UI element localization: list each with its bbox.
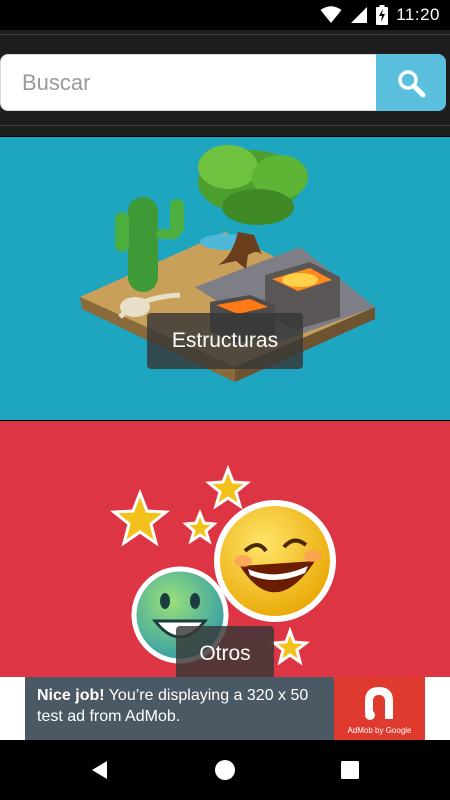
status-time: 11:20 (396, 5, 440, 24)
category-structures[interactable]: Estructuras (0, 137, 450, 420)
navigation-bar (0, 740, 450, 800)
app-bar-divider (0, 125, 450, 126)
wifi-icon (320, 6, 342, 23)
admob-logo: AdMob by Google (334, 677, 425, 740)
category-others[interactable]: Otros (0, 421, 450, 677)
app-bar-divider (0, 34, 450, 35)
signal-icon (351, 7, 368, 23)
search-bar (0, 54, 446, 111)
search-icon (398, 69, 426, 97)
ad-banner[interactable]: Nice job! You’re displaying a 320 x 50 t… (0, 677, 450, 740)
back-button[interactable] (85, 755, 115, 785)
ad-text: Nice job! You’re displaying a 320 x 50 t… (37, 685, 337, 727)
ad-content[interactable]: Nice job! You’re displaying a 320 x 50 t… (25, 677, 425, 740)
recents-icon (341, 761, 359, 779)
status-bar: 11:20 (0, 0, 450, 30)
status-icons: 11:20 (320, 5, 440, 25)
search-button[interactable] (376, 54, 446, 111)
category-label: Otros (176, 626, 274, 677)
home-icon (215, 760, 235, 780)
home-button[interactable] (210, 755, 240, 785)
desert-island-structures-illustration (80, 145, 375, 382)
category-label: Estructuras (147, 313, 303, 369)
ad-headline: Nice job! (37, 687, 105, 704)
ad-logo-caption: AdMob by Google (347, 726, 412, 735)
search-input[interactable] (0, 54, 377, 111)
back-icon (92, 761, 107, 779)
battery-charging-icon (376, 5, 389, 25)
recents-button[interactable] (335, 755, 365, 785)
